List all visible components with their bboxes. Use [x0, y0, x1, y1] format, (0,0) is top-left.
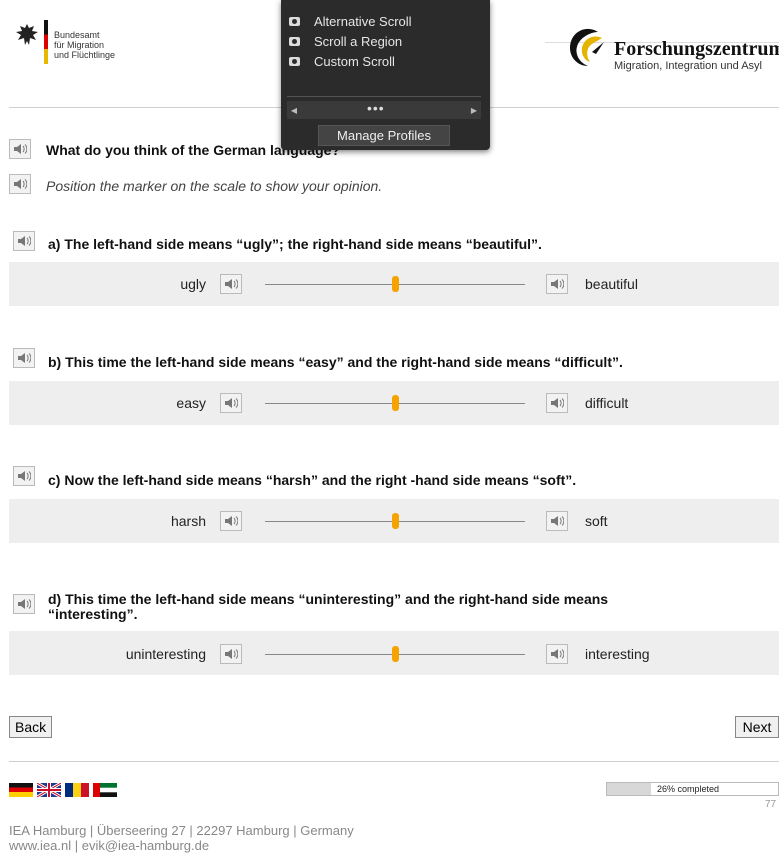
- scroll-right-icon[interactable]: ▶: [467, 101, 481, 119]
- flag-uae-icon[interactable]: [93, 783, 117, 797]
- speaker-icon: [225, 516, 238, 526]
- speaker-icon: [18, 471, 31, 481]
- more-options-icon[interactable]: •••: [367, 101, 385, 115]
- item-b-prompt: b) This time the left-hand side means “e…: [48, 354, 623, 370]
- popup-divider: [287, 96, 481, 97]
- menu-item-label: Custom Scroll: [314, 54, 395, 69]
- progress-fill: [607, 783, 652, 795]
- item-c-slider-thumb[interactable]: [391, 513, 399, 529]
- item-d-slider-thumb[interactable]: [391, 646, 399, 662]
- item-d-left-speaker-button[interactable]: [220, 644, 242, 664]
- speaker-icon: [18, 599, 31, 609]
- menu-item-label: Scroll a Region: [314, 34, 403, 49]
- item-d-speaker-button[interactable]: [13, 594, 35, 614]
- menu-item-label: Alternative Scroll: [314, 14, 412, 29]
- item-d-right-speaker-button[interactable]: [546, 644, 568, 664]
- item-d-left-label: uninteresting: [125, 646, 206, 662]
- progress-bar: 26% completed: [606, 782, 779, 796]
- item-d-prompt-line1: d) This time the left-hand side means “u…: [48, 591, 609, 607]
- speaker-icon: [225, 649, 238, 659]
- footer-divider: [9, 761, 779, 762]
- item-c-right-speaker-button[interactable]: [546, 511, 568, 531]
- camera-icon: [289, 57, 300, 66]
- item-d-right-label: interesting: [585, 646, 650, 662]
- forschungszentrum-logo-icon: [570, 28, 604, 66]
- speaker-icon: [551, 398, 564, 408]
- item-c-left-label: harsh: [170, 513, 206, 529]
- speaker-icon: [18, 236, 31, 246]
- speaker-icon: [14, 179, 27, 189]
- menu-item-custom-scroll[interactable]: Custom Scroll: [289, 52, 395, 71]
- speaker-icon: [551, 516, 564, 526]
- speaker-icon: [225, 398, 238, 408]
- scroll-profiles-popup: Alternative Scroll Scroll a Region Custo…: [281, 0, 490, 150]
- item-a-slider-thumb[interactable]: [391, 276, 399, 292]
- flag-uk-icon[interactable]: [37, 783, 61, 797]
- item-b-speaker-button[interactable]: [13, 348, 35, 368]
- item-d-prompt-line2: “interesting”.: [48, 606, 138, 622]
- item-c-speaker-button[interactable]: [13, 466, 35, 486]
- camera-icon: [289, 37, 300, 46]
- fz-title: Forschungszentrum: [614, 38, 779, 60]
- back-button[interactable]: Back: [9, 716, 53, 738]
- bamf-logo-text: Bundesamt für Migration und Flüchtlinge: [54, 30, 116, 60]
- federal-eagle-icon: [16, 24, 38, 45]
- item-a-left-speaker-button[interactable]: [220, 274, 242, 294]
- popup-scrollbar[interactable]: ◀ ••• ▶: [287, 101, 481, 119]
- next-button[interactable]: Next: [735, 716, 779, 738]
- camera-icon: [289, 17, 300, 26]
- fz-subtitle: Migration, Integration und Asyl: [614, 60, 762, 72]
- item-a-right-speaker-button[interactable]: [546, 274, 568, 294]
- item-c-left-speaker-button[interactable]: [220, 511, 242, 531]
- footer-contact: www.iea.nl | evik@iea-hamburg.de: [9, 838, 210, 853]
- footer-address: IEA Hamburg | Überseering 27 | 22297 Ham…: [9, 823, 354, 838]
- speaker-icon: [551, 649, 564, 659]
- question-speaker-button[interactable]: [9, 139, 31, 159]
- flag-romania-icon[interactable]: [65, 783, 89, 797]
- item-b-slider-thumb[interactable]: [391, 395, 399, 411]
- scroll-left-icon[interactable]: ◀: [287, 101, 301, 119]
- item-a-prompt: a) The left-hand side means “ugly”; the …: [48, 236, 542, 252]
- manage-profiles-button[interactable]: Manage Profiles: [318, 125, 450, 146]
- speaker-icon: [14, 144, 27, 154]
- item-a-speaker-button[interactable]: [13, 231, 35, 251]
- progress-text: 26% completed: [657, 784, 720, 794]
- instruction-speaker-button[interactable]: [9, 174, 31, 194]
- speaker-icon: [18, 353, 31, 363]
- item-a-left-label: ugly: [180, 276, 206, 292]
- speaker-icon: [551, 279, 564, 289]
- item-b-right-speaker-button[interactable]: [546, 393, 568, 413]
- item-c-right-label: soft: [585, 513, 608, 529]
- item-b-left-speaker-button[interactable]: [220, 393, 242, 413]
- german-colors-bar: [44, 20, 48, 64]
- flag-germany-icon[interactable]: [9, 783, 33, 797]
- speaker-icon: [225, 279, 238, 289]
- item-b-right-label: difficult: [585, 395, 629, 411]
- page-number: 77: [765, 799, 777, 810]
- item-b-left-label: easy: [176, 395, 206, 411]
- item-a-right-label: beautiful: [585, 276, 638, 292]
- menu-item-alternative-scroll[interactable]: Alternative Scroll: [289, 12, 412, 31]
- instruction-text: Position the marker on the scale to show…: [46, 178, 383, 194]
- item-c-prompt: c) Now the left-hand side means “harsh” …: [48, 472, 577, 488]
- menu-item-scroll-a-region[interactable]: Scroll a Region: [289, 32, 402, 51]
